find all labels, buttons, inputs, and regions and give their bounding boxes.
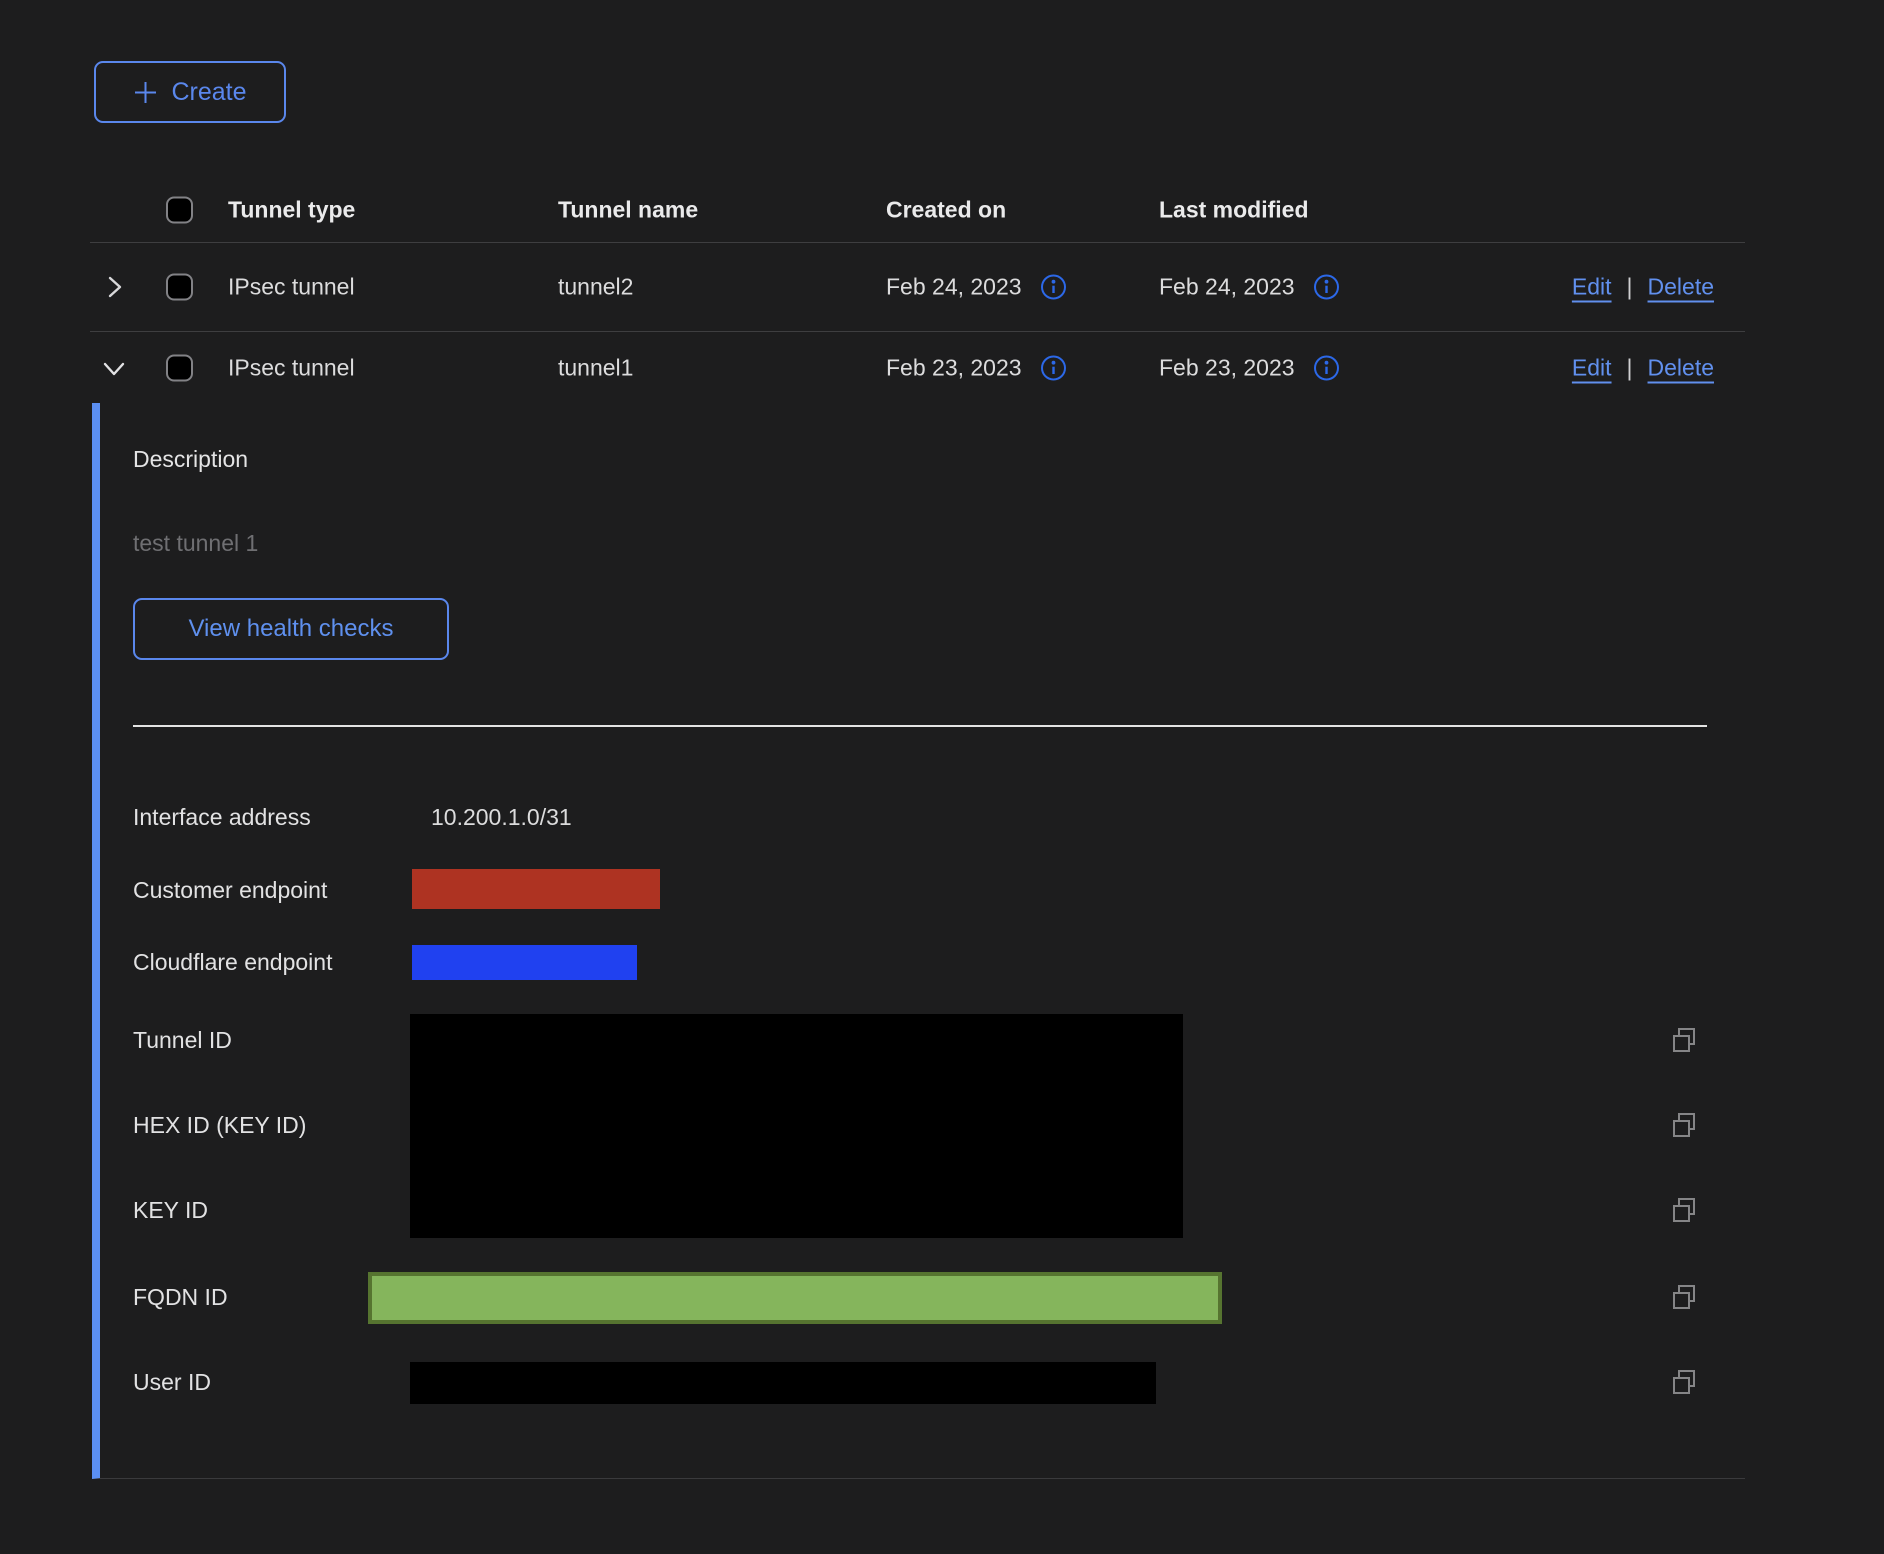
- create-button-label: Create: [171, 78, 246, 107]
- delete-link[interactable]: Delete: [1648, 354, 1714, 381]
- info-icon[interactable]: [1040, 354, 1067, 381]
- copy-key-id-button[interactable]: [1670, 1196, 1698, 1224]
- view-health-checks-button[interactable]: View health checks: [133, 598, 449, 660]
- select-all-checkbox[interactable]: [166, 197, 193, 224]
- ipsec-tunnels-page: Create Tunnel type Tunnel name Created o…: [0, 0, 1884, 1554]
- user-id-label: User ID: [133, 1366, 211, 1398]
- fqdn-id-label: FQDN ID: [133, 1281, 228, 1313]
- ids-redacted-value: [410, 1014, 1183, 1238]
- delete-link[interactable]: Delete: [1648, 274, 1714, 301]
- chevron-right-icon: [98, 271, 130, 303]
- user-id-redacted-value: [410, 1362, 1156, 1404]
- hex-id-label: HEX ID (KEY ID): [133, 1109, 306, 1141]
- info-icon: [1040, 354, 1067, 381]
- expanded-tunnel-panel: Description test tunnel 1 View health ch…: [92, 403, 1745, 1479]
- interface-address-label: Interface address: [133, 801, 311, 833]
- description-label: Description: [133, 443, 248, 475]
- tunnel-name-cell: tunnel2: [558, 274, 633, 301]
- expand-row-button[interactable]: [98, 271, 130, 303]
- tunnel-type-cell: IPsec tunnel: [228, 274, 355, 301]
- copy-icon: [1670, 1196, 1698, 1224]
- last-modified-cell: Feb 23, 2023: [1159, 354, 1295, 381]
- info-icon: [1313, 274, 1340, 301]
- copy-icon: [1670, 1368, 1698, 1396]
- info-icon[interactable]: [1313, 354, 1340, 381]
- description-value: test tunnel 1: [133, 527, 258, 559]
- last-modified-cell: Feb 24, 2023: [1159, 274, 1295, 301]
- tunnel-id-label: Tunnel ID: [133, 1024, 232, 1056]
- cloudflare-endpoint-label: Cloudflare endpoint: [133, 946, 332, 978]
- tunnel-name-cell: tunnel1: [558, 354, 633, 381]
- header-tunnel-name: Tunnel name: [558, 197, 698, 224]
- row-checkbox[interactable]: [166, 274, 193, 301]
- row-checkbox[interactable]: [166, 354, 193, 381]
- key-id-label: KEY ID: [133, 1194, 208, 1226]
- header-created-on: Created on: [886, 197, 1006, 224]
- copy-icon: [1670, 1026, 1698, 1054]
- copy-user-id-button[interactable]: [1670, 1368, 1698, 1396]
- cloudflare-endpoint-redacted-value: [412, 945, 637, 980]
- info-icon[interactable]: [1313, 274, 1340, 301]
- tunnel-type-cell: IPsec tunnel: [228, 354, 355, 381]
- header-last-modified: Last modified: [1159, 197, 1309, 224]
- created-on-cell: Feb 23, 2023: [886, 354, 1022, 381]
- table-row-tunnel2: IPsec tunnel tunnel2 Feb 24, 2023 Feb 24…: [90, 243, 1745, 332]
- table-header-row: Tunnel type Tunnel name Created on Last …: [90, 178, 1745, 243]
- copy-fqdn-id-button[interactable]: [1670, 1283, 1698, 1311]
- table-row-tunnel1: IPsec tunnel tunnel1 Feb 23, 2023 Feb 23…: [90, 332, 1745, 403]
- customer-endpoint-redacted-value: [412, 869, 660, 909]
- fqdn-id-redacted-value: [368, 1272, 1222, 1324]
- copy-hex-id-button[interactable]: [1670, 1111, 1698, 1139]
- copy-icon: [1670, 1283, 1698, 1311]
- customer-endpoint-label: Customer endpoint: [133, 874, 327, 906]
- plus-icon: [133, 80, 158, 105]
- header-tunnel-type: Tunnel type: [228, 197, 355, 224]
- edit-link[interactable]: Edit: [1572, 354, 1612, 381]
- edit-link[interactable]: Edit: [1572, 274, 1612, 301]
- copy-icon: [1670, 1111, 1698, 1139]
- interface-address-value: 10.200.1.0/31: [431, 801, 572, 833]
- chevron-down-icon: [98, 352, 130, 384]
- create-button[interactable]: Create: [94, 61, 286, 123]
- actions-separator: |: [1627, 274, 1633, 301]
- actions-separator: |: [1627, 354, 1633, 381]
- info-icon[interactable]: [1040, 274, 1067, 301]
- info-icon: [1313, 354, 1340, 381]
- copy-tunnel-id-button[interactable]: [1670, 1026, 1698, 1054]
- info-icon: [1040, 274, 1067, 301]
- created-on-cell: Feb 24, 2023: [886, 274, 1022, 301]
- collapse-row-button[interactable]: [98, 352, 130, 384]
- section-divider: [133, 725, 1707, 727]
